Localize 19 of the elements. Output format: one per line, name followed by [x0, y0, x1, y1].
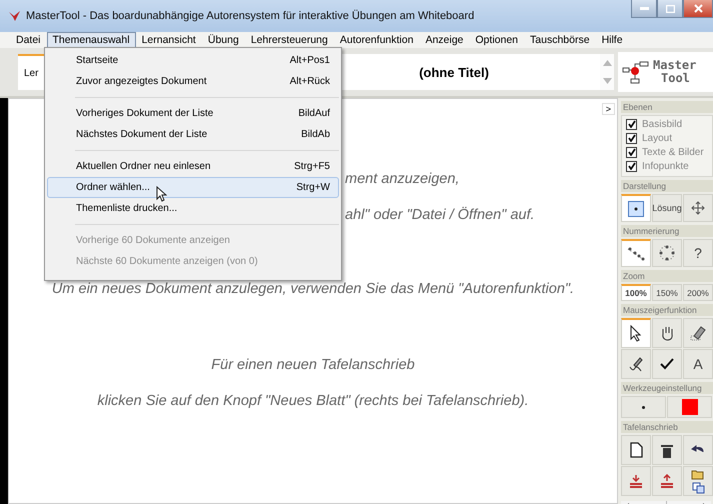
logo-text: Master	[653, 59, 696, 72]
section-header: Mauszeigerfunktion	[621, 304, 713, 316]
instruction-text: Für einen neuen Tafelanschrieb	[210, 357, 416, 373]
instruction-text: ahl" oder "Datei / Öffnen" auf.	[345, 207, 535, 223]
section-header: Zoom	[621, 270, 713, 282]
instruction-text: Um ein neues Dokument anzulegen, verwenden Sie das Menü "Autorenfunktion".	[50, 281, 576, 297]
layer-label: Texte & Bilder	[642, 146, 704, 158]
layer-label: Basisbild	[642, 118, 682, 130]
layer-label: Infopunkte	[642, 160, 689, 172]
instruction-text: ment anzuzeigen,	[345, 171, 460, 187]
section-header: Nummerierung	[621, 225, 713, 237]
section-header: Darstellung	[621, 180, 713, 192]
section-header: Tafelanschrieb	[621, 421, 713, 433]
logo-text: Tool	[660, 72, 691, 85]
window-title: MasterTool - Das boardunabhängige Autorensystem für interaktive Übungen am Whiteboard	[26, 10, 474, 22]
instruction-text: klicken Sie auf den Knopf "Neues Blatt" (rechts bei Tafelanschrieb).	[96, 393, 530, 409]
section-header: Werkzeugeinstellung	[621, 382, 713, 394]
section-header: Ebenen	[621, 101, 713, 113]
layer-label: Layout	[642, 132, 672, 144]
